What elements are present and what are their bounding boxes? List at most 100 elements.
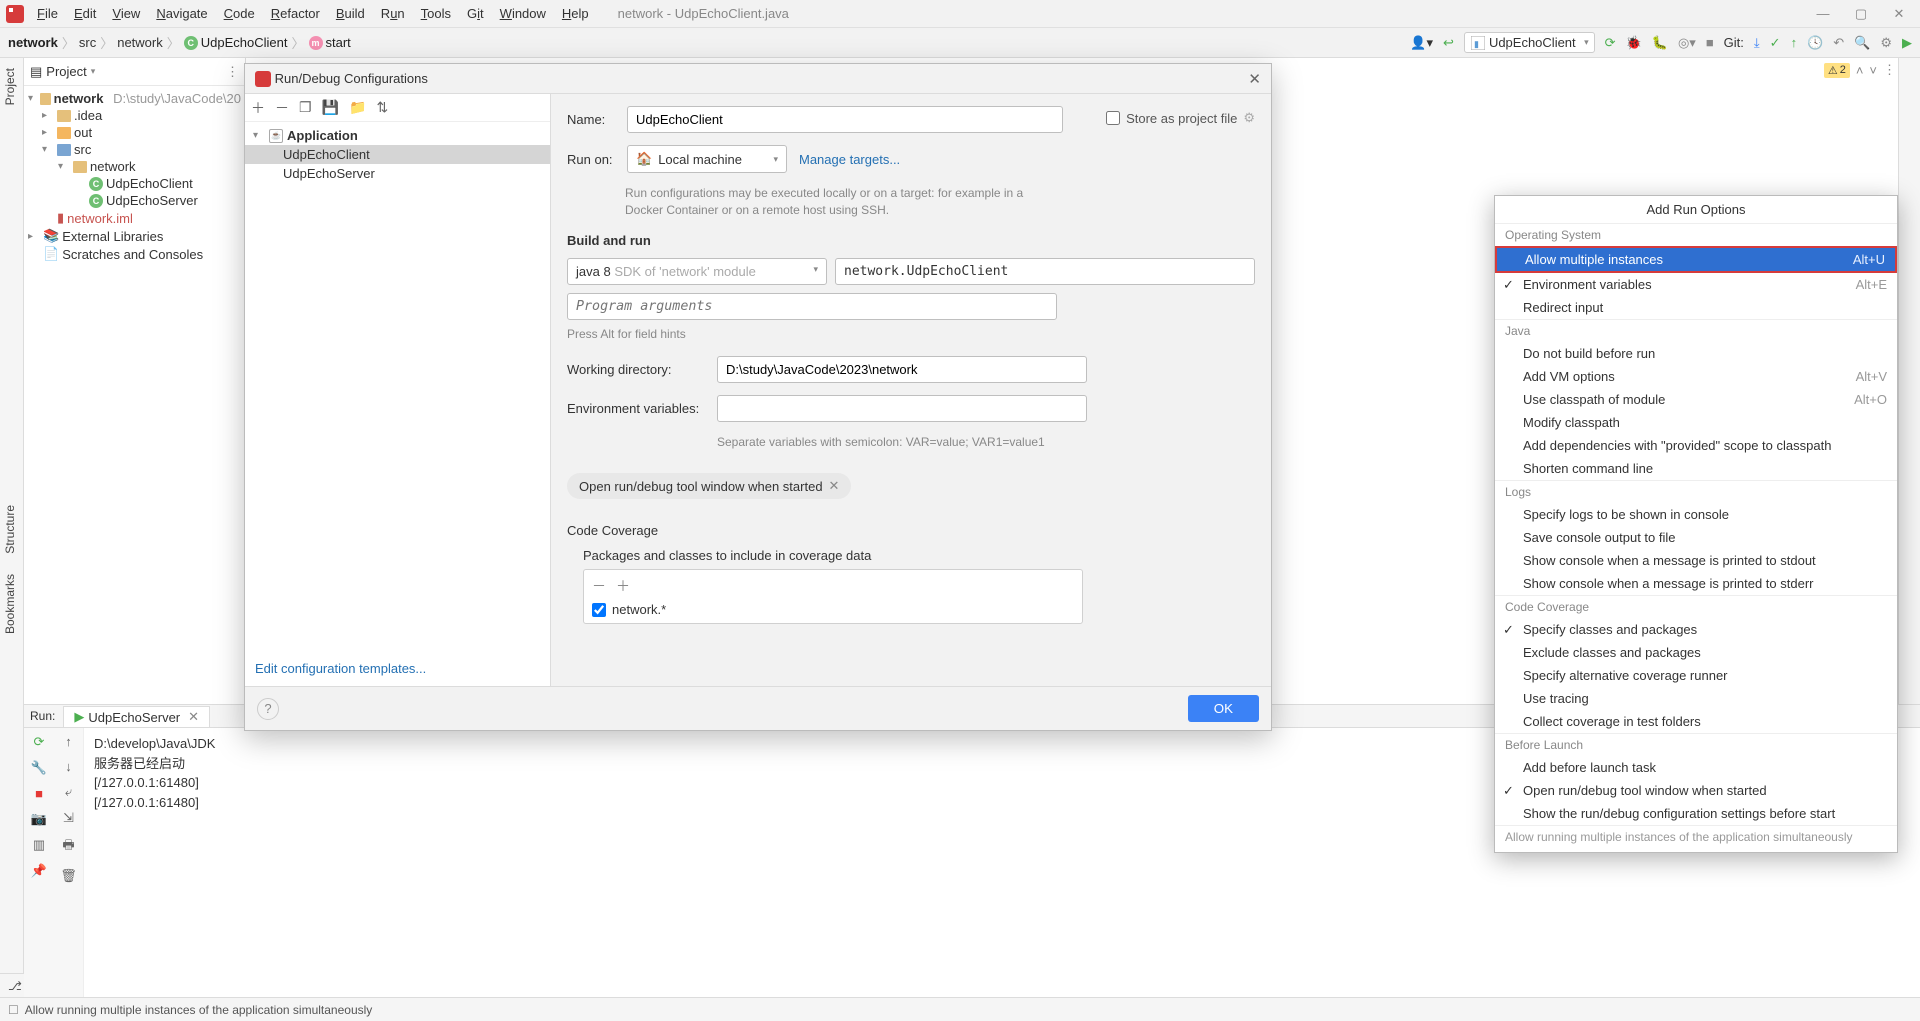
tree-scratches[interactable]: 📄Scratches and Consoles: [24, 245, 245, 263]
back-icon[interactable]: ↩: [1443, 35, 1454, 51]
structure-tab[interactable]: Structure: [0, 495, 20, 564]
working-dir-field[interactable]: [717, 356, 1087, 383]
git-push-icon[interactable]: ↑: [1791, 35, 1798, 50]
option-add-provided[interactable]: Add dependencies with "provided" scope t…: [1495, 434, 1897, 457]
runon-combo[interactable]: 🏠Local machine: [627, 145, 787, 173]
scroll-end-icon[interactable]: ⇲: [63, 810, 74, 826]
config-item[interactable]: UdpEchoServer: [245, 164, 550, 183]
copy-config-icon[interactable]: ❐: [299, 99, 312, 116]
add-config-icon[interactable]: ＋: [251, 98, 265, 118]
soft-wrap-icon[interactable]: ⤶: [65, 784, 72, 800]
breadcrumb-class[interactable]: CUdpEchoClient: [184, 35, 288, 50]
breadcrumb-src[interactable]: src: [79, 35, 96, 50]
menu-refactor[interactable]: Refactor: [264, 4, 327, 23]
tree-class[interactable]: CUdpEchoServer: [24, 192, 245, 209]
settings-icon[interactable]: ⚙: [1880, 35, 1892, 51]
window-maximize-icon[interactable]: ▢: [1846, 6, 1876, 22]
project-tab[interactable]: Project: [0, 58, 20, 115]
tree-class[interactable]: CUdpEchoClient: [24, 175, 245, 192]
sort-icon[interactable]: ⇅: [376, 99, 388, 116]
tree-node[interactable]: ▾network: [24, 158, 245, 175]
coverage-item-checkbox[interactable]: [592, 603, 606, 617]
option-excl-packages[interactable]: Exclude classes and packages: [1495, 641, 1897, 664]
option-shorten-cmd[interactable]: Shorten command line: [1495, 457, 1897, 480]
camera-icon[interactable]: 📷: [29, 811, 49, 827]
name-field[interactable]: [627, 106, 1063, 133]
down-icon[interactable]: ↓: [65, 759, 72, 774]
up-icon[interactable]: ↑: [65, 734, 72, 749]
menu-help[interactable]: Help: [555, 4, 596, 23]
option-collect-cov[interactable]: Collect coverage in test folders: [1495, 710, 1897, 733]
menu-edit[interactable]: Edit: [67, 4, 103, 23]
option-spec-packages[interactable]: ✓Specify classes and packages: [1495, 618, 1897, 641]
option-use-classpath[interactable]: Use classpath of moduleAlt+O: [1495, 388, 1897, 411]
menu-file[interactable]: File: [30, 4, 65, 23]
option-show-settings[interactable]: Show the run/debug configuration setting…: [1495, 802, 1897, 825]
debug-icon[interactable]: 🐛: [1652, 35, 1668, 51]
program-args-field[interactable]: [567, 293, 1057, 320]
tree-node[interactable]: ▸out: [24, 124, 245, 141]
stop-run-icon[interactable]: ■: [29, 786, 49, 801]
open-tool-window-chip[interactable]: Open run/debug tool window when started✕: [567, 473, 851, 499]
git-update-icon[interactable]: ⤓: [1754, 35, 1760, 51]
project-more-icon[interactable]: ⋮: [226, 64, 239, 80]
store-as-project-checkbox[interactable]: [1106, 111, 1120, 125]
config-item[interactable]: UdpEchoClient: [245, 145, 550, 164]
tree-node[interactable]: ▸.idea: [24, 107, 245, 124]
menu-code[interactable]: Code: [217, 4, 262, 23]
tree-ext-libs[interactable]: ▸📚External Libraries: [24, 227, 245, 245]
cov-remove-icon[interactable]: －: [592, 576, 606, 596]
menu-view[interactable]: View: [105, 4, 147, 23]
save-config-icon[interactable]: 💾: [322, 99, 339, 116]
remove-config-icon[interactable]: －: [275, 98, 289, 118]
run-tab[interactable]: ▶UdpEchoServer✕: [63, 706, 210, 727]
menu-tools[interactable]: Tools: [414, 4, 458, 23]
option-show-stderr[interactable]: Show console when a message is printed t…: [1495, 572, 1897, 595]
folder-icon[interactable]: 📁: [349, 99, 366, 116]
jre-combo[interactable]: java 8 SDK of 'network' module: [567, 258, 827, 285]
breadcrumb-method[interactable]: mstart: [309, 35, 351, 50]
wrench-icon[interactable]: 🔧: [29, 760, 49, 776]
project-view-icon[interactable]: ▤: [30, 64, 42, 80]
edit-templates-link[interactable]: Edit configuration templates...: [245, 651, 550, 686]
push-pin-icon[interactable]: 📌: [29, 863, 49, 879]
option-modify-classpath[interactable]: Modify classpath: [1495, 411, 1897, 434]
menu-navigate[interactable]: Navigate: [149, 4, 214, 23]
option-redirect-input[interactable]: Redirect input: [1495, 296, 1897, 319]
manage-targets-link[interactable]: Manage targets...: [799, 152, 900, 167]
run-config-selector[interactable]: ▮ UdpEchoClient: [1464, 32, 1595, 53]
cov-add-icon[interactable]: ＋: [616, 576, 630, 596]
option-add-before-launch[interactable]: Add before launch task: [1495, 756, 1897, 779]
add-config-icon[interactable]: 👤▾: [1410, 35, 1433, 51]
menu-window[interactable]: Window: [493, 4, 553, 23]
breadcrumb-pkg[interactable]: network: [117, 35, 163, 50]
layout-icon[interactable]: ▥: [29, 837, 49, 853]
option-tracing[interactable]: Use tracing: [1495, 687, 1897, 710]
option-save-output[interactable]: Save console output to file: [1495, 526, 1897, 549]
menu-build[interactable]: Build: [329, 4, 372, 23]
git-commit-icon[interactable]: ✓: [1770, 35, 1781, 51]
gear-icon[interactable]: ⚙: [1243, 110, 1255, 126]
option-open-run-window[interactable]: ✓Open run/debug tool window when started: [1495, 779, 1897, 802]
run-icon[interactable]: 🐞: [1626, 35, 1642, 51]
window-close-icon[interactable]: ✕: [1884, 6, 1914, 22]
warnings-badge[interactable]: ⚠ 2: [1824, 63, 1850, 78]
tree-node[interactable]: ▾src: [24, 141, 245, 158]
env-vars-field[interactable]: [717, 395, 1087, 422]
git-rollback-icon[interactable]: ↶: [1833, 35, 1844, 51]
inspection-down-icon[interactable]: ˅: [1869, 63, 1877, 78]
window-minimize-icon[interactable]: —: [1808, 6, 1838, 22]
menu-git[interactable]: Git: [460, 4, 491, 23]
option-add-vm[interactable]: Add VM optionsAlt+V: [1495, 365, 1897, 388]
inspection-more-icon[interactable]: ⋮: [1883, 62, 1896, 78]
build-icon[interactable]: ⟳: [1605, 35, 1616, 51]
option-allow-multiple[interactable]: Allow multiple instancesAlt+U: [1495, 246, 1897, 273]
plugins-run-icon[interactable]: ▶: [1902, 35, 1912, 51]
tree-iml[interactable]: ▮network.iml: [24, 209, 245, 227]
option-alt-runner[interactable]: Specify alternative coverage runner: [1495, 664, 1897, 687]
option-no-build[interactable]: Do not build before run: [1495, 342, 1897, 365]
menu-run[interactable]: Run: [374, 4, 412, 23]
search-icon[interactable]: 🔍: [1854, 35, 1870, 51]
git-history-icon[interactable]: 🕓: [1807, 35, 1823, 51]
coverage-icon[interactable]: ◎▾: [1678, 35, 1696, 51]
